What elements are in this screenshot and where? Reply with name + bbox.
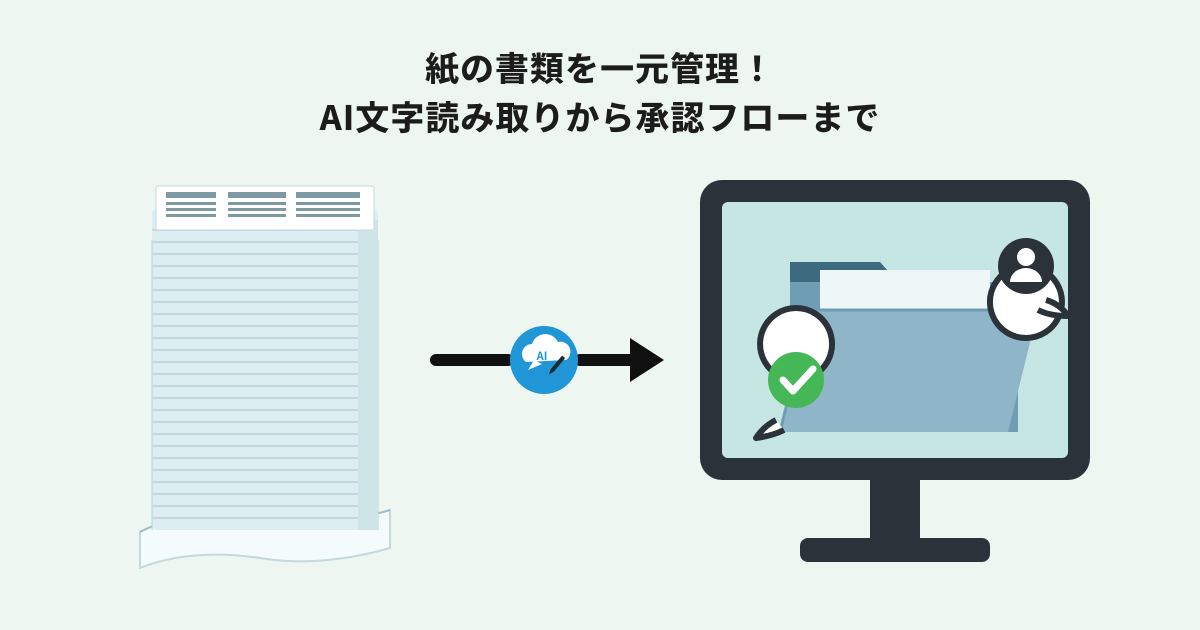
diagram-stage: AI xyxy=(0,170,1200,610)
arrow-with-ai-badge: AI xyxy=(430,320,670,400)
ai-badge-label: AI xyxy=(536,348,548,364)
ai-cloud-icon: AI xyxy=(510,326,578,394)
monitor-icon xyxy=(680,170,1110,590)
page-title: 紙の書類を一元管理！ AI文字読み取りから承認フローまで xyxy=(0,42,1200,141)
title-line-2: AI文字読み取りから承認フローまで xyxy=(320,91,881,140)
paper-stack-icon xyxy=(120,180,410,580)
title-line-1: 紙の書類を一元管理！ xyxy=(425,42,775,91)
arrow-right-icon xyxy=(580,338,664,382)
